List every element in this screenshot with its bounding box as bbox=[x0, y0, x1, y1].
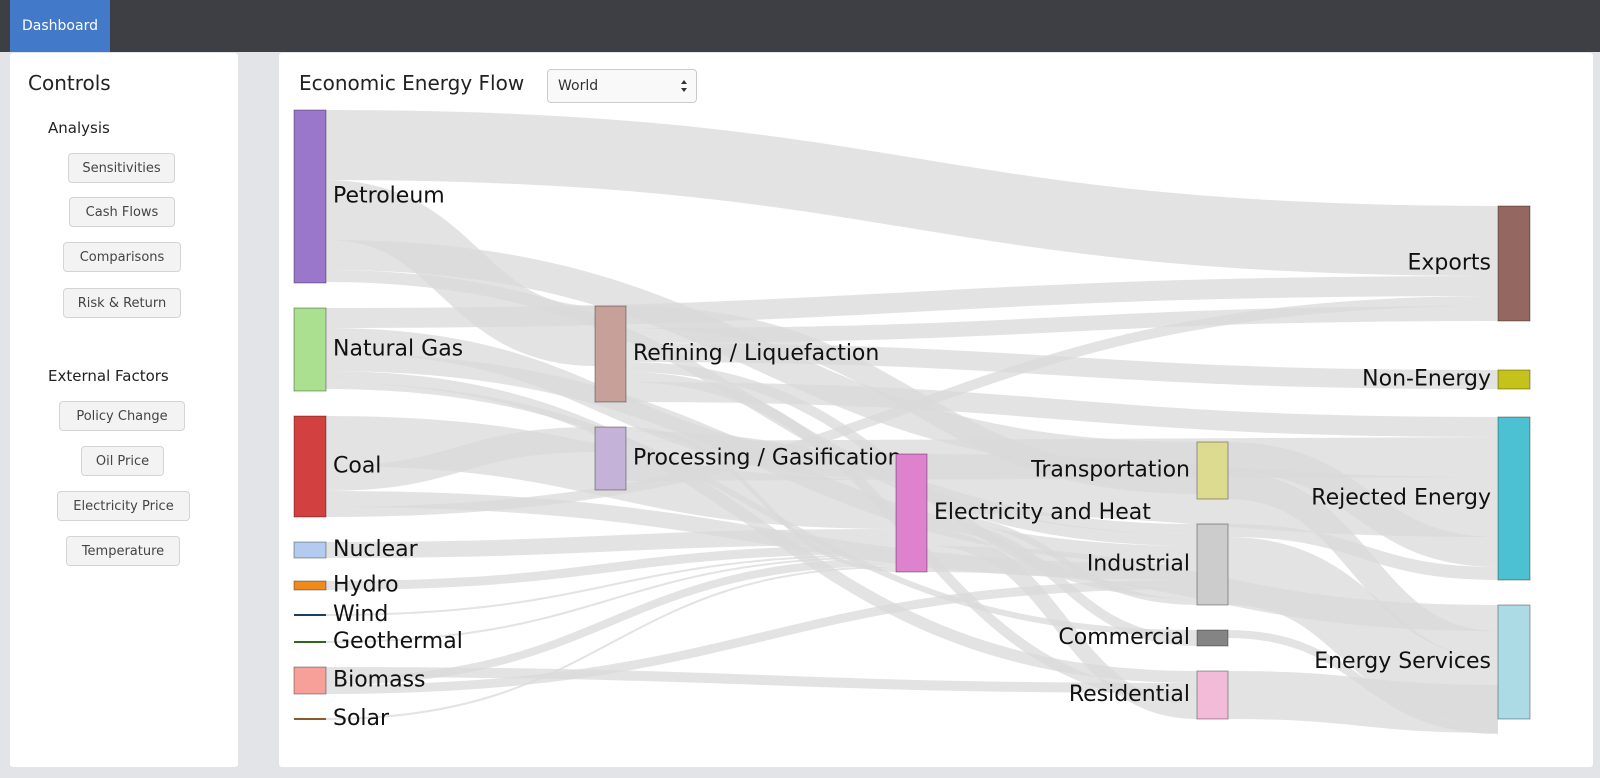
sankey-node-label: Energy Services bbox=[1314, 649, 1491, 674]
sidebar-title: Controls bbox=[28, 71, 111, 95]
risk-return-button[interactable]: Risk & Return bbox=[63, 288, 181, 318]
sankey-link bbox=[325, 110, 1499, 276]
sankey-node[interactable]: Biomass bbox=[293, 666, 426, 695]
sankey-node[interactable]: Commercial bbox=[1058, 625, 1229, 650]
sankey-node-label: Transportation bbox=[1030, 458, 1190, 483]
section-heading-analysis: Analysis bbox=[48, 119, 110, 137]
sankey-node-bar[interactable] bbox=[594, 305, 627, 403]
energy-flow-sankey: Petroleum Natural Gas Coal Nuclear Hydro Wind… bbox=[293, 109, 1531, 734]
sankey-node-bar[interactable] bbox=[1497, 205, 1531, 322]
top-navbar: Dashboard bbox=[0, 0, 1600, 52]
sankey-node-label: Processing / Gasification bbox=[633, 446, 902, 471]
sankey-node-label: Commercial bbox=[1058, 625, 1190, 650]
sankey-node-label: Coal bbox=[333, 454, 381, 479]
section-heading-external-factors: External Factors bbox=[48, 367, 169, 385]
sankey-node-label: Biomass bbox=[333, 668, 426, 693]
cash-flows-button[interactable]: Cash Flows bbox=[69, 197, 175, 227]
tab-dashboard[interactable]: Dashboard bbox=[10, 0, 110, 52]
sankey-node-label: Residential bbox=[1069, 682, 1190, 707]
electricity-price-button[interactable]: Electricity Price bbox=[57, 491, 190, 521]
comparisons-button[interactable]: Comparisons bbox=[63, 242, 181, 272]
sankey-node-label: Rejected Energy bbox=[1311, 486, 1491, 511]
sankey-links bbox=[324, 110, 1500, 734]
temperature-button[interactable]: Temperature bbox=[66, 536, 180, 566]
sankey-node-bar[interactable] bbox=[1497, 369, 1531, 390]
controls-sidebar: Controls Analysis Sensitivities Cash Flo… bbox=[10, 53, 238, 767]
sensitivities-button[interactable]: Sensitivities bbox=[68, 153, 175, 183]
sankey-node-bar[interactable] bbox=[293, 541, 327, 559]
sankey-node-bar[interactable] bbox=[294, 641, 326, 643]
sankey-node-bar[interactable] bbox=[293, 415, 327, 518]
sankey-node-bar[interactable] bbox=[1196, 523, 1229, 606]
sankey-node-bar[interactable] bbox=[1196, 629, 1229, 647]
sankey-node-label: Hydro bbox=[333, 573, 399, 598]
sankey-node-label: Wind bbox=[333, 602, 388, 627]
sankey-node-bar[interactable] bbox=[594, 426, 627, 491]
sankey-node-label: Geothermal bbox=[333, 629, 463, 654]
sankey-node-bar[interactable] bbox=[1196, 441, 1229, 500]
sankey-link bbox=[1227, 671, 1499, 733]
sankey-node-label: Petroleum bbox=[333, 184, 445, 209]
sankey-node[interactable]: Hydro bbox=[293, 573, 399, 598]
sankey-node-label: Exports bbox=[1408, 251, 1491, 276]
sankey-node-label: Industrial bbox=[1087, 552, 1190, 577]
sankey-node-label: Nuclear bbox=[333, 537, 419, 562]
sankey-node[interactable]: Wind bbox=[294, 602, 388, 627]
sankey-node-bar[interactable] bbox=[293, 666, 327, 695]
sankey-node-bar[interactable] bbox=[1196, 670, 1229, 720]
sankey-node-bar[interactable] bbox=[294, 614, 326, 616]
sankey-node-label: Natural Gas bbox=[333, 337, 463, 362]
sankey-node-bar[interactable] bbox=[293, 109, 327, 284]
sankey-node-bar[interactable] bbox=[1497, 604, 1531, 720]
policy-change-button[interactable]: Policy Change bbox=[59, 401, 185, 431]
sankey-node-bar[interactable] bbox=[293, 307, 327, 392]
sankey-node-label: Solar bbox=[333, 706, 390, 731]
sankey-node[interactable]: Solar bbox=[294, 706, 390, 731]
sankey-node[interactable]: Geothermal bbox=[294, 629, 463, 654]
main-panel: Economic Energy Flow World Petroleum Natu… bbox=[279, 53, 1593, 767]
sankey-node-bar[interactable] bbox=[895, 453, 928, 573]
sankey-node-bar[interactable] bbox=[293, 580, 327, 591]
sankey-node-label: Refining / Liquefaction bbox=[633, 341, 879, 366]
sankey-node-label: Non-Energy bbox=[1362, 367, 1491, 392]
sankey-node-label: Electricity and Heat bbox=[934, 500, 1151, 525]
sankey-node[interactable]: Nuclear bbox=[293, 537, 419, 562]
oil-price-button[interactable]: Oil Price bbox=[81, 446, 164, 476]
sankey-node-bar[interactable] bbox=[1497, 416, 1531, 581]
sankey-node-bar[interactable] bbox=[294, 718, 326, 720]
sankey-node[interactable]: Non-Energy bbox=[1362, 367, 1531, 392]
